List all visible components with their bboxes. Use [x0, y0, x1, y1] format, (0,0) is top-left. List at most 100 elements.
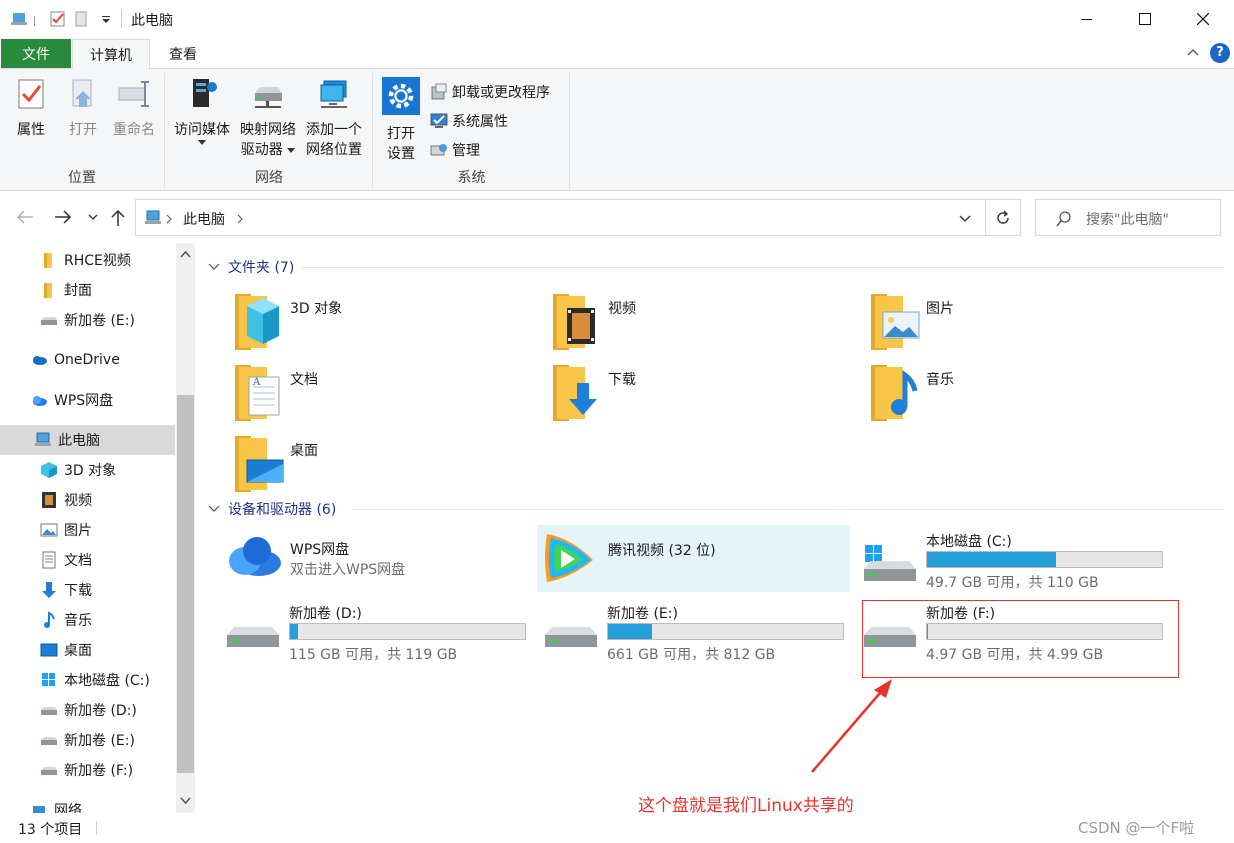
folder-pictures[interactable]: 图片	[869, 290, 1169, 354]
nav-item-label: 图片	[64, 523, 92, 539]
add-network-location-button[interactable]: 添加一个 网络位置	[302, 77, 366, 160]
nav-item-videos[interactable]: 视频	[0, 485, 175, 515]
nav-item-label: 新加卷 (E:)	[64, 733, 135, 749]
window-title: 此电脑	[131, 13, 173, 29]
scrollbar-thumb[interactable]	[177, 395, 194, 773]
open-button[interactable]: 打开	[60, 77, 106, 140]
rename-button[interactable]: 重命名	[106, 77, 162, 140]
tencent-video-icon	[545, 534, 593, 582]
cloud-icon	[33, 356, 47, 365]
back-arrow-icon[interactable]	[16, 210, 34, 224]
nav-item-drive-d[interactable]: 新加卷 (D:)	[0, 695, 175, 725]
title-bar: 此电脑	[0, 0, 1234, 38]
nav-item-drive-e[interactable]: 新加卷 (E:)	[0, 725, 175, 755]
collapse-ribbon-icon[interactable]	[1187, 47, 1199, 57]
manage-button[interactable]: 管理	[430, 140, 480, 160]
folder-documents[interactable]: A 文档	[233, 361, 533, 425]
nav-item-cover[interactable]: 封面	[0, 275, 175, 305]
chevron-down-icon	[208, 263, 220, 270]
properties-icon[interactable]	[49, 10, 67, 28]
drive-name: 新加卷 (E:)	[607, 606, 678, 622]
address-bar[interactable]: 此电脑	[135, 199, 986, 236]
folder-desktop[interactable]: 桌面	[233, 432, 533, 496]
system-properties-icon	[430, 113, 448, 128]
nav-item-label: 文档	[64, 553, 92, 569]
breadcrumb-chevron-icon[interactable]	[166, 214, 172, 224]
close-button[interactable]	[1174, 0, 1232, 38]
help-icon[interactable]: ?	[1210, 43, 1230, 63]
svg-text:A: A	[252, 377, 261, 388]
folders-section-header[interactable]: 文件夹 (7)	[208, 256, 294, 278]
folder-music[interactable]: 音乐	[869, 361, 1169, 425]
drive-usage-fill	[927, 552, 1056, 567]
folder-documents-icon: A	[235, 365, 280, 421]
tab-file[interactable]: 文件	[1, 39, 71, 68]
nav-scrollbar[interactable]	[176, 243, 195, 813]
device-wps-cloud[interactable]: WPS网盘 双击进入WPS网盘	[223, 525, 533, 599]
close-icon	[1197, 13, 1209, 25]
nav-item-documents[interactable]: 文档	[0, 545, 175, 575]
nav-item-label: OneDrive	[54, 352, 120, 368]
open-label: 打开	[69, 122, 97, 138]
system-properties-label: 系统属性	[452, 114, 508, 130]
folder-3d-objects[interactable]: 3D 对象	[233, 290, 533, 354]
nav-item-drive-f[interactable]: 新加卷 (F:)	[0, 755, 175, 785]
access-media-button[interactable]: 访问媒体	[170, 77, 234, 146]
breadcrumb-chevron-icon[interactable]	[237, 214, 243, 224]
device-subtitle: 双击进入WPS网盘	[290, 562, 406, 578]
folder-name: 桌面	[290, 443, 318, 459]
open-settings-button[interactable]: 打开 设置	[378, 77, 424, 164]
system-properties-button[interactable]: 系统属性	[430, 111, 508, 131]
nav-item-music[interactable]: 音乐	[0, 605, 175, 635]
properties-button[interactable]: 属性	[8, 77, 54, 140]
map-drive-label-2: 驱动器	[240, 142, 283, 158]
drive-e[interactable]: 新加卷 (E:) 661 GB 可用，共 812 GB	[543, 599, 853, 673]
nav-item-drive-e-pinned[interactable]: 新加卷 (E:)	[0, 305, 175, 335]
network-icon	[33, 806, 45, 813]
nav-item-3d-objects[interactable]: 3D 对象	[0, 455, 175, 485]
uninstall-icon	[431, 83, 447, 100]
tab-view[interactable]: 查看	[152, 39, 214, 69]
nav-item-this-pc[interactable]: 此电脑	[0, 425, 175, 455]
nav-item-desktop[interactable]: 桌面	[0, 635, 175, 665]
breadcrumb-this-pc[interactable]: 此电脑	[183, 209, 225, 229]
nav-item-label: WPS网盘	[54, 393, 114, 409]
forward-arrow-icon[interactable]	[54, 210, 72, 224]
folder-downloads[interactable]: 下载	[551, 361, 851, 425]
new-folder-icon[interactable]	[73, 10, 91, 28]
up-arrow-icon[interactable]	[110, 209, 126, 227]
scroll-down-icon[interactable]	[180, 797, 191, 805]
chevron-down-icon	[208, 505, 220, 512]
devices-section-header[interactable]: 设备和驱动器 (6)	[208, 498, 336, 520]
drive-usage-fill	[290, 624, 298, 639]
recent-locations-chevron-icon[interactable]	[88, 214, 98, 222]
tab-computer[interactable]: 计算机	[72, 39, 150, 69]
minimize-button[interactable]	[1058, 0, 1116, 38]
nav-item-pictures[interactable]: 图片	[0, 515, 175, 545]
chevron-down-icon[interactable]	[97, 10, 115, 28]
nav-item-network[interactable]: 网络	[0, 795, 175, 813]
address-dropdown-icon[interactable]	[959, 215, 971, 223]
folder-videos[interactable]: 视频	[551, 290, 851, 354]
drive-c[interactable]: 本地磁盘 (C:) 49.7 GB 可用，共 110 GB	[862, 527, 1172, 601]
search-input[interactable]: 搜索"此电脑"	[1035, 199, 1221, 236]
device-tencent-video[interactable]: 腾讯视频 (32 位)	[537, 525, 850, 592]
drive-d[interactable]: 新加卷 (D:) 115 GB 可用，共 119 GB	[225, 599, 535, 673]
nav-item-rhce-video[interactable]: RHCE视频	[0, 245, 175, 275]
nav-item-wps-cloud[interactable]: WPS网盘	[0, 385, 175, 415]
nav-item-onedrive[interactable]: OneDrive	[0, 345, 175, 375]
section-divider	[352, 509, 1224, 510]
folder-name: 文档	[290, 372, 318, 388]
maximize-button[interactable]	[1116, 0, 1174, 38]
media-server-icon	[193, 79, 217, 107]
rename-icon	[118, 81, 149, 107]
nav-item-label: 网络	[54, 803, 82, 813]
refresh-button[interactable]	[985, 199, 1021, 236]
minimize-icon	[1081, 19, 1092, 20]
map-network-drive-button[interactable]: 映射网络 驱动器	[236, 77, 300, 160]
scroll-up-icon[interactable]	[180, 250, 191, 258]
nav-item-downloads[interactable]: 下载	[0, 575, 175, 605]
nav-item-drive-c[interactable]: 本地磁盘 (C:)	[0, 665, 175, 695]
uninstall-button[interactable]: 卸载或更改程序	[430, 82, 550, 102]
nav-item-label: 封面	[64, 283, 92, 299]
